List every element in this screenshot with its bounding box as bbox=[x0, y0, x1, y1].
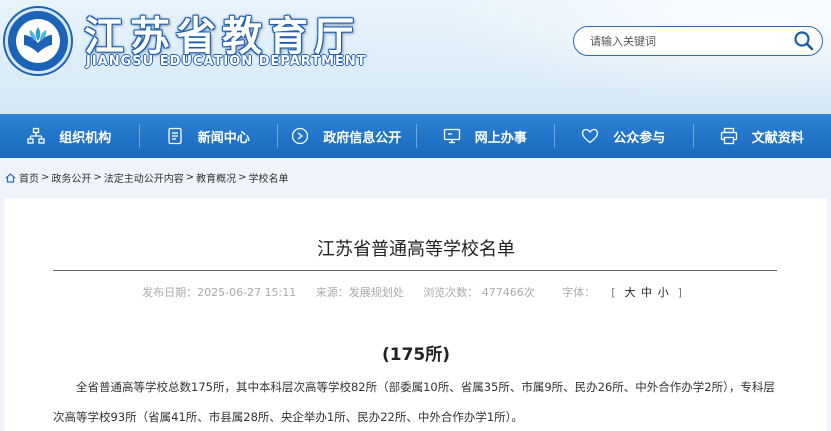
breadcrumb-separator: > bbox=[238, 172, 247, 183]
search-box bbox=[573, 26, 823, 56]
breadcrumb-separator: > bbox=[41, 172, 50, 183]
heart-icon bbox=[582, 128, 599, 144]
article-panel: 江苏省普通高等学校名单 发布日期：2025-06-27 15:11 来源：发展规… bbox=[5, 198, 827, 431]
nav-label: 组织机构 bbox=[59, 130, 112, 146]
breadcrumb-separator: > bbox=[185, 172, 195, 183]
article-source: 来源：发展规划处 bbox=[315, 286, 404, 299]
monitor-icon bbox=[443, 128, 460, 144]
search-input[interactable] bbox=[590, 32, 770, 50]
view-count: 浏览次数： 477466次 bbox=[423, 286, 535, 299]
font-size-medium-button[interactable]: 中 bbox=[641, 286, 652, 299]
site-logo[interactable] bbox=[5, 8, 71, 74]
breadcrumb-education-overview[interactable]: 教育概况 bbox=[196, 170, 236, 185]
nav-label: 政府信息公开 bbox=[323, 130, 402, 146]
main-nav: 组织机构 新闻中心 政府信息公开 网上办事 公众参与 文献资料 bbox=[0, 114, 831, 158]
nav-item-public-participation[interactable]: 公众参与 bbox=[554, 114, 693, 158]
nav-label: 公众参与 bbox=[613, 130, 666, 146]
nav-label: 新闻中心 bbox=[197, 130, 250, 146]
breadcrumb-home[interactable]: 首页 bbox=[19, 170, 39, 185]
breadcrumb-separator: > bbox=[93, 172, 102, 183]
font-size-large-button[interactable]: 大 bbox=[625, 286, 636, 299]
breadcrumb: 首页 > 政务公开 > 法定主动公开内容 > 教育概况 > 学校名单 bbox=[5, 170, 289, 185]
breadcrumb-statutory-disclosure[interactable]: 法定主动公开内容 bbox=[104, 170, 184, 185]
book-emblem-icon bbox=[24, 27, 52, 53]
publish-date: 发布日期：2025-06-27 15:11 bbox=[142, 286, 297, 299]
site-subtitle: JIANGSU EDUCATION DEPARTMENT bbox=[86, 54, 367, 69]
article-paragraph: 全省普通高等学校总数175所，其中本科层次高等学校82所（部委属10所、省属35… bbox=[53, 380, 775, 424]
nav-label: 网上办事 bbox=[474, 130, 527, 146]
site-header: 江苏省教育厅 JIANGSU EDUCATION DEPARTMENT bbox=[0, 0, 831, 114]
font-size-label: 字体： bbox=[562, 286, 596, 299]
nav-item-online-services[interactable]: 网上办事 bbox=[415, 114, 555, 158]
nav-item-news[interactable]: 新闻中心 bbox=[138, 114, 278, 158]
school-count-heading: (175所) bbox=[381, 345, 451, 365]
font-size-control: 字体： [ 大 中 小] bbox=[554, 286, 690, 299]
search-icon bbox=[794, 31, 814, 51]
font-size-close-bracket: ] bbox=[677, 286, 682, 299]
breadcrumb-government-affairs[interactable]: 政务公开 bbox=[51, 170, 91, 185]
nav-label: 文献资料 bbox=[751, 130, 804, 146]
home-icon bbox=[5, 172, 16, 183]
article-meta: 发布日期：2025-06-27 15:11 来源：发展规划处 浏览次数： 477… bbox=[5, 284, 827, 300]
font-size-open-bracket: [ bbox=[611, 286, 616, 299]
breadcrumb-school-list[interactable]: 学校名单 bbox=[249, 170, 289, 185]
nav-item-disclosure[interactable]: 政府信息公开 bbox=[277, 114, 416, 158]
search-button[interactable] bbox=[792, 30, 816, 52]
nav-item-documents[interactable]: 文献资料 bbox=[692, 114, 831, 158]
org-chart-icon bbox=[27, 127, 45, 144]
disclosure-icon bbox=[292, 127, 309, 145]
nav-item-organization[interactable]: 组织机构 bbox=[0, 114, 139, 158]
printer-icon bbox=[720, 127, 737, 145]
document-icon bbox=[168, 127, 182, 145]
article-title: 江苏省普通高等学校名单 bbox=[317, 239, 515, 260]
title-divider bbox=[53, 270, 777, 271]
font-size-small-button[interactable]: 小 bbox=[658, 286, 669, 299]
